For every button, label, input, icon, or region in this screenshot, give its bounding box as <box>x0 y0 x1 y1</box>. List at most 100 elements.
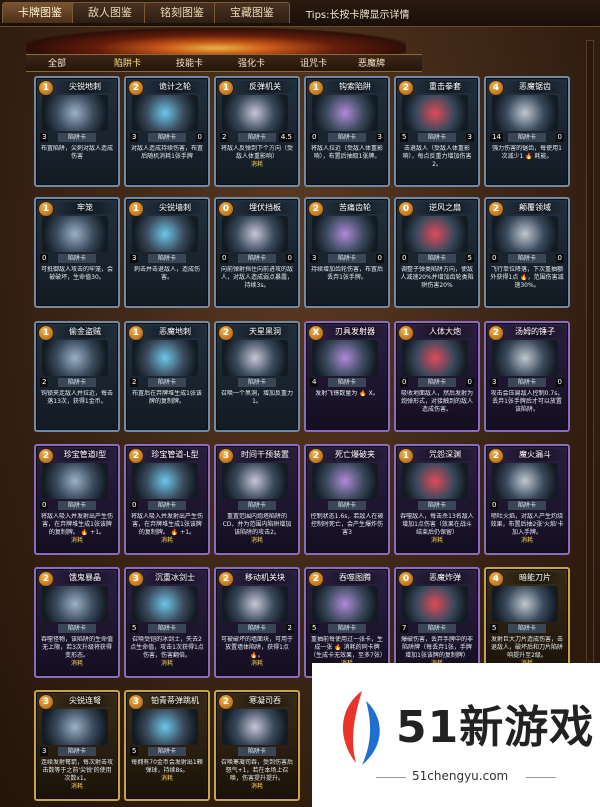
card-stat-right: 0 <box>555 133 564 142</box>
cost-badge: 2 <box>308 201 324 217</box>
card-name: 人体大炮 <box>414 326 476 338</box>
card-stat-left: 2 <box>130 378 139 387</box>
card-art-icon <box>402 216 468 252</box>
card-art-icon <box>312 463 378 499</box>
card-art-icon <box>222 709 288 745</box>
card-description: 控制状态1.6s，若敌人在被控制时死亡，会产生爆炸伤害3 <box>310 513 384 549</box>
card[interactable]: 1 尖锐地刺 3 陷阱卡 布置陷阱，尖刺对敌人造成伤害 <box>34 76 120 187</box>
cost-badge: 2 <box>488 448 504 464</box>
card[interactable]: 2 苦痛齿轮 3 陷阱卡 0 持续增加齿轮伤害，布置后丢弃1张手牌。 <box>304 197 390 308</box>
card-stat-right: 5 <box>465 254 474 263</box>
card-name: 牢笼 <box>54 202 116 214</box>
card-stat-right: 0 <box>555 254 564 263</box>
card[interactable]: 0 逆风之扇 0 陷阱卡 5 调整子弹类陷阱方向，使敌人减速20%并增加齿轮类陷阱伤害20… <box>394 197 480 308</box>
card-description-text: 攻击会压扁敌人控制0.7s，丢弃1张手牌后才可以放置该陷阱。 <box>490 390 564 413</box>
card-type-label: 陷阱卡 <box>328 133 366 142</box>
card-description: 攻击会压扁敌人控制0.7s，丢弃1张手牌后才可以放置该陷阱。 <box>490 390 564 426</box>
card[interactable]: 2 魔火漏斗 0 陷阱卡 喷吐火焰，对敌人产生灼烧效果，布置后抽2张'火焰'卡加入手牌。… <box>484 444 570 555</box>
card[interactable]: X 刃具发射器 4 陷阱卡 发射飞镖数量为 🔥 X。 <box>304 321 390 432</box>
card[interactable]: 1 人体大炮 0 陷阱卡 0 吸收地面敌人，然后发射为炮弹形式，对接触到的敌人造成伤害。 <box>394 321 480 432</box>
consume-label: 消耗 <box>250 660 263 667</box>
cost-badge: 2 <box>218 571 234 587</box>
category-skill[interactable]: 技能卡 <box>176 56 203 69</box>
card-description-text: 钩锁夹走敌人并拉近，每击落13次，获得1金币。 <box>40 390 113 405</box>
card-stat-left: 3 <box>490 378 499 387</box>
card-name: 颠覆领域 <box>504 202 566 214</box>
card-stat-left: 5 <box>310 624 319 633</box>
card-type-label: 陷阱卡 <box>418 254 456 263</box>
card-name: 埋伏挡板 <box>234 202 296 214</box>
card[interactable]: 2 移动机关块 陷阱卡 2 可被破坏的墙面块，可用于放置墙体陷阱，获得1点 🔥。 消耗 <box>214 567 300 678</box>
card-name: 重击拳套 <box>414 81 476 93</box>
divider <box>526 777 556 778</box>
card-type-label: 陷阱卡 <box>148 501 186 510</box>
card[interactable]: 1 咒怨深渊 陷阱卡 吞噬敌人，每击杀13名敌人增加1点伤害（效果在战斗结束后仍保留）… <box>394 444 480 555</box>
card[interactable]: 2 吞噬图腾 5 陷阱卡 重抽前每使用过一张卡，生成一张 🔥 消耗的同卡牌（生成卡无效果… <box>304 567 390 678</box>
card-description: 布置陷阱，尖刺对敌人造成伤害 <box>40 145 114 181</box>
consume-label: 消耗 <box>160 537 173 544</box>
tab-treasure-codex[interactable]: 宝藏图鉴 <box>214 2 290 23</box>
tab-card-codex[interactable]: 卡牌图鉴 <box>2 2 78 23</box>
tab-inscription-codex[interactable]: 铭刻图鉴 <box>144 2 220 23</box>
card[interactable]: 4 恶魔锯齿 14 陷阱卡 0 强力伤害的锯齿，每使用1次减少1 🔥 耗能。 <box>484 76 570 187</box>
category-enhance[interactable]: 强化卡 <box>238 56 265 69</box>
category-demon[interactable]: 恶魔牌 <box>358 56 385 69</box>
card[interactable]: 2 重击拳套 5 陷阱卡 3 击退敌人（受敌人体重影响），每点反重力增加伤害2。 <box>394 76 480 187</box>
card-name: 诡计之轮 <box>144 81 206 93</box>
consume-label: 消耗 <box>250 161 263 168</box>
category-all[interactable]: 全部 <box>48 56 66 69</box>
tab-enemy-codex[interactable]: 敌人图鉴 <box>72 2 148 23</box>
card-description-text: 可抵御敌人攻击的牢笼，会被破坏，生命值30。 <box>40 266 113 281</box>
card[interactable]: 1 反弹机关 2 陷阱卡 4.5 将敌人反弹到下个方向（受敌人体重影响） 消耗 <box>214 76 300 187</box>
card-description-text: 发射飞镖数量为 🔥 X。 <box>315 390 379 397</box>
card-type-label: 陷阱卡 <box>328 378 366 387</box>
card[interactable]: 2 汤姆的锤子 3 陷阱卡 0 攻击会压扁敌人控制0.7s，丢弃1张手牌后才可以放置该陷阱… <box>484 321 570 432</box>
card-type-label: 陷阱卡 <box>328 501 366 510</box>
card-type-label: 陷阱卡 <box>148 624 186 633</box>
category-trap[interactable]: 陷阱卡 <box>114 56 141 69</box>
card[interactable]: 1 恶魔地刺 2 陷阱卡 布置后在弃牌堆生成1张该牌的复制牌。 <box>124 321 210 432</box>
card[interactable]: 4 暗能刀片 5 陷阱卡 发射巨大刀片造成伤害，击退敌人，破坏后和刀片陷阱响提升至2级。… <box>484 567 570 678</box>
card[interactable]: 2 饿鬼暴晶 陷阱卡 吞噬怪物，该陷阱的生命值无上限，若3次升级将获得变形态。 消耗 <box>34 567 120 678</box>
card[interactable]: 3 铂青蒂弹跳机 5 陷阱卡 每拥有70金币会发射出1颗弹球，持续8s。 消耗 <box>124 690 210 801</box>
card[interactable]: 0 埋伏挡板 0 陷阱卡 0 向前弹射挡住向前进攻的敌人，对敌人造成弱点暴露，持续3s。 <box>214 197 300 308</box>
card[interactable]: 2 寒凝司吞 陷阱卡 召唤寒凝司吞，受到伤害后怒气+1，若在本场上召唤，伤害提升提升。… <box>214 690 300 801</box>
card[interactable]: 1 牢笼 0 陷阱卡 可抵御敌人攻击的牢笼，会被破坏，生命值30。 <box>34 197 120 308</box>
card[interactable]: 3 时间干预装置 陷阱卡 重置范围内炮塔陷阱的CD，并为范围内陷阱增加该陷阱的攻击2。… <box>214 444 300 555</box>
card-description-text: 对敌人造成持续伤害，布置后随机消耗1张手牌 <box>130 145 203 160</box>
card[interactable]: 2 颠覆领域 0 陷阱卡 0 飞行单位降落，下次重抽额外获得1点 🔥，范围伤害减速30%。 <box>484 197 570 308</box>
card-art-icon <box>222 216 288 252</box>
card[interactable]: 2 死亡爆破夹 陷阱卡 控制状态1.6s，若敌人在被控制时死亡，会产生爆炸伤害3 <box>304 444 390 555</box>
card[interactable]: 1 偷金盗贼 2 陷阱卡 钩锁夹走敌人并拉近，每击落13次，获得1金币。 <box>34 321 120 432</box>
card[interactable]: 2 珍宝管道-L型 0 陷阱卡 将敌人吸入并发射出产生伤害，在弃牌堆生成1张该牌的复制牌… <box>124 444 210 555</box>
cost-badge: 2 <box>218 694 234 710</box>
card[interactable]: 1 尖锐墙刺 3 陷阱卡 刺击并击退敌人，造成伤害。 <box>124 197 210 308</box>
card-description: 重置范围内炮塔陷阱的CD，并为范围内陷阱增加该陷阱的攻击2。 消耗 <box>220 513 294 549</box>
card-stat-right: 0 <box>195 133 204 142</box>
card[interactable]: 2 珍宝管道I型 0 陷阱卡 将敌人吸入并发射出产生伤害，在弃牌堆生成1张该牌的复制牌。… <box>34 444 120 555</box>
card[interactable]: 1 钩索陷阱 0 陷阱卡 3 将敌人拉近（受敌人体重影响），布置后抽取1张牌。 <box>304 76 390 187</box>
category-curse[interactable]: 诅咒卡 <box>300 56 327 69</box>
consume-label: 消耗 <box>70 537 83 544</box>
card-description: 可被破坏的墙面块，可用于放置墙体陷阱，获得1点 🔥。 消耗 <box>220 636 294 672</box>
card-name: 死亡爆破夹 <box>324 449 386 461</box>
card-name: 恶魔地刺 <box>144 326 206 338</box>
card-name: 咒怨深渊 <box>414 449 476 461</box>
card[interactable]: 3 沉重冰剑士 5 陷阱卡 召唤受铠的冰剑士，失去2点生命值，攻击1次获得1点伤害，伤害… <box>124 567 210 678</box>
card[interactable]: 2 诡计之轮 3 陷阱卡 0 对敌人造成持续伤害，布置后随机消耗1张手牌 <box>124 76 210 187</box>
card-type-label: 陷阱卡 <box>508 378 546 387</box>
card-name: 刃具发射器 <box>324 326 386 338</box>
card-description-text: 布置陷阱，尖刺对敌人造成伤害 <box>40 145 113 160</box>
card-art-icon <box>42 95 108 131</box>
card[interactable]: 3 尖锐连弩 3 陷阱卡 连续发射弩箭，每次射击攻击数等于之前'尖锐'的使用次数x1。消… <box>34 690 120 801</box>
card[interactable]: 0 恶魔炸弹 7 陷阱卡 爆破伤害，丢弃手牌中的非陷阱牌（每丢弃1张，手牌增加1张该牌的… <box>394 567 480 678</box>
card-description-text: 将敌人反弹到下个方向（受敌人体重影响） <box>220 145 293 160</box>
cost-badge: 2 <box>398 80 414 96</box>
cost-badge: X <box>308 325 324 341</box>
brand-logo-icon <box>343 691 380 765</box>
cost-badge: 1 <box>398 325 414 341</box>
card-art-icon <box>132 340 198 376</box>
consume-label: 消耗 <box>250 537 263 544</box>
card[interactable]: 2 天星黑洞 陷阱卡 召唤一个黑洞，增加反重力1。 <box>214 321 300 432</box>
cost-badge: 3 <box>38 694 54 710</box>
